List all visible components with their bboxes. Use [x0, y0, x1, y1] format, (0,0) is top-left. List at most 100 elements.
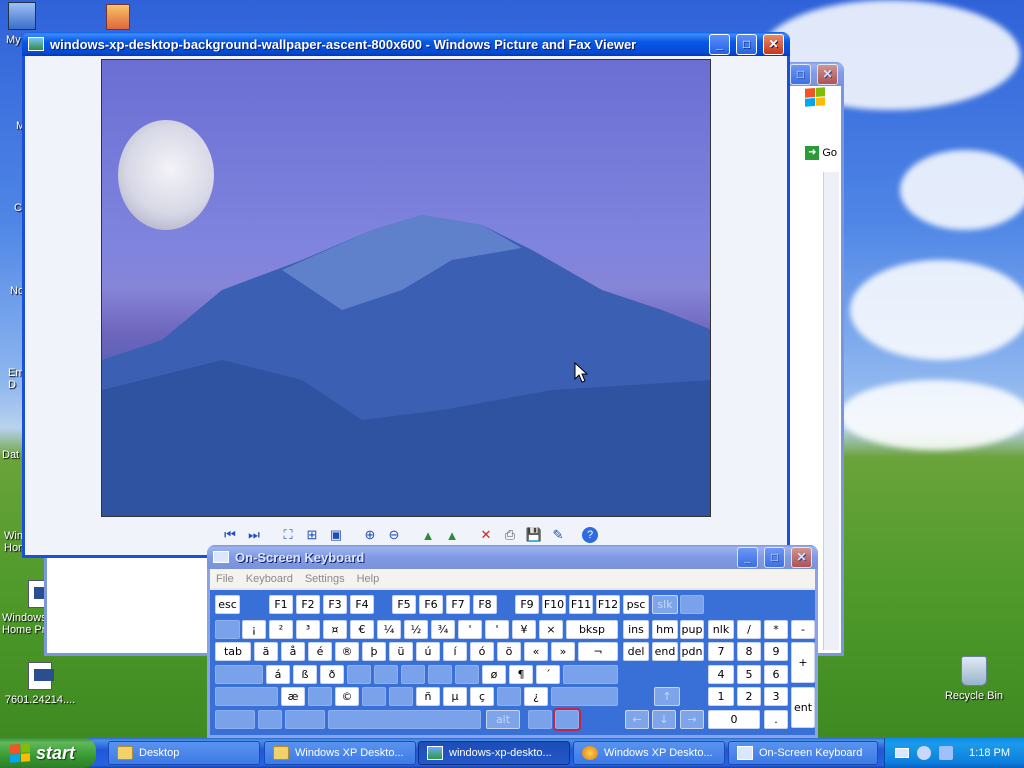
- menu-help[interactable]: Help: [357, 573, 380, 585]
- desk-icon-recycle-bin[interactable]: Recycle Bin: [934, 656, 1014, 702]
- key-¿[interactable]: ¿: [524, 687, 548, 706]
- key-²[interactable]: ²: [269, 620, 293, 639]
- key-¥[interactable]: ¥: [512, 620, 536, 639]
- help-icon[interactable]: ?: [582, 527, 598, 543]
- print-icon[interactable]: ⎙: [500, 525, 520, 545]
- save-copy-icon[interactable]: 💾: [524, 525, 544, 545]
- key-hm[interactable]: hm: [652, 620, 678, 639]
- minimize-button[interactable]: _: [737, 546, 758, 568]
- close-button[interactable]: ✕: [817, 63, 838, 85]
- key-alt[interactable]: alt: [486, 710, 520, 729]
- network-tray-icon[interactable]: [939, 746, 953, 760]
- key-ent[interactable]: ent: [791, 687, 815, 728]
- key-F5[interactable]: F5: [392, 595, 416, 614]
- key-ø[interactable]: ø: [482, 665, 506, 684]
- key-row4-12[interactable]: [563, 665, 618, 684]
- key-6[interactable]: 6: [764, 665, 788, 684]
- previous-image-icon[interactable]: ⏮: [220, 525, 240, 545]
- help-tray-icon[interactable]: [917, 746, 931, 760]
- actual-size-icon[interactable]: ⊞: [302, 525, 322, 545]
- key-del[interactable]: del: [623, 642, 649, 661]
- key-row5-0[interactable]: [215, 687, 278, 706]
- key-í[interactable]: í: [443, 642, 467, 661]
- osk-titlebar[interactable]: On-Screen Keyboard _ □ ✕: [207, 545, 818, 569]
- task-desktop[interactable]: Desktop: [108, 741, 260, 765]
- key-'[interactable]: ': [458, 620, 482, 639]
- key-↓[interactable]: ↓: [652, 710, 676, 729]
- key-ñ[interactable]: ñ: [416, 687, 440, 706]
- desk-label-win[interactable]: Win Hon: [4, 530, 24, 554]
- key-½[interactable]: ½: [404, 620, 428, 639]
- key-row5-4[interactable]: [362, 687, 386, 706]
- key-F2[interactable]: F2: [296, 595, 320, 614]
- key-/[interactable]: /: [737, 620, 761, 639]
- key-'[interactable]: ': [485, 620, 509, 639]
- delete-icon[interactable]: ✕: [476, 525, 496, 545]
- menu-settings[interactable]: Settings: [305, 573, 345, 585]
- key-row4-5[interactable]: [374, 665, 398, 684]
- task-on-screen-keyboard[interactable]: On-Screen Keyboard: [728, 741, 878, 765]
- key-F8[interactable]: F8: [473, 595, 497, 614]
- key-row1-15[interactable]: [680, 595, 704, 614]
- key-þ[interactable]: þ: [362, 642, 386, 661]
- key-esc[interactable]: esc: [215, 595, 240, 614]
- key-F9[interactable]: F9: [515, 595, 539, 614]
- key-1[interactable]: 1: [708, 687, 734, 706]
- desk-label-c[interactable]: C: [14, 202, 22, 214]
- key-4[interactable]: 4: [708, 665, 734, 684]
- key-é[interactable]: é: [308, 642, 332, 661]
- zoom-out-icon[interactable]: ⊖: [384, 525, 404, 545]
- maximize-button[interactable]: □: [764, 546, 785, 568]
- key-©[interactable]: ©: [335, 687, 359, 706]
- key-€[interactable]: €: [350, 620, 374, 639]
- key-row5-2[interactable]: [308, 687, 332, 706]
- key-slk[interactable]: slk: [652, 595, 678, 614]
- key-row6-3[interactable]: [328, 710, 481, 729]
- key-↑[interactable]: ↑: [654, 687, 680, 706]
- key--[interactable]: -: [791, 620, 815, 639]
- key-pdn[interactable]: pdn: [680, 642, 704, 661]
- vertical-scrollbar[interactable]: [823, 172, 839, 650]
- key-row4-4[interactable]: [347, 665, 371, 684]
- key-«[interactable]: «: [524, 642, 548, 661]
- key-9[interactable]: 9: [764, 642, 788, 661]
- key-F7[interactable]: F7: [446, 595, 470, 614]
- key-³[interactable]: ³: [296, 620, 320, 639]
- viewer-titlebar[interactable]: windows-xp-desktop-background-wallpaper-…: [22, 32, 790, 56]
- key-→[interactable]: →: [680, 710, 704, 729]
- key-F3[interactable]: F3: [323, 595, 347, 614]
- key-7[interactable]: 7: [708, 642, 734, 661]
- key-ö[interactable]: ö: [497, 642, 521, 661]
- key-¡[interactable]: ¡: [242, 620, 266, 639]
- clock[interactable]: 1:18 PM: [969, 747, 1010, 759]
- start-button[interactable]: start: [0, 738, 96, 768]
- key-ü[interactable]: ü: [389, 642, 413, 661]
- key-F11[interactable]: F11: [569, 595, 593, 614]
- key-á[interactable]: á: [266, 665, 290, 684]
- go-button[interactable]: ➜ Go: [805, 146, 837, 160]
- key-row6-6[interactable]: [553, 708, 581, 731]
- key-bksp[interactable]: bksp: [566, 620, 618, 639]
- rotate-counterclockwise-icon[interactable]: ▲: [442, 525, 462, 545]
- key-end[interactable]: end: [652, 642, 678, 661]
- key-row4-7[interactable]: [428, 665, 452, 684]
- key-row6-2[interactable]: [285, 710, 325, 729]
- key-ú[interactable]: ú: [416, 642, 440, 661]
- edit-image-icon[interactable]: ✎: [548, 525, 568, 545]
- key-2[interactable]: 2: [737, 687, 761, 706]
- key-´[interactable]: ´: [536, 665, 560, 684]
- key-8[interactable]: 8: [737, 642, 761, 661]
- key-µ[interactable]: µ: [443, 687, 467, 706]
- key-æ[interactable]: æ: [281, 687, 305, 706]
- key-ß[interactable]: ß: [293, 665, 317, 684]
- key-F10[interactable]: F10: [542, 595, 566, 614]
- key-¶[interactable]: ¶: [509, 665, 533, 684]
- task-explorer[interactable]: Windows XP Deskto...: [264, 741, 416, 765]
- on-screen-keyboard-window[interactable]: On-Screen Keyboard _ □ ✕ File Keyboard S…: [207, 545, 818, 738]
- close-button[interactable]: ✕: [791, 546, 812, 568]
- menu-file[interactable]: File: [216, 573, 234, 585]
- key-F4[interactable]: F4: [350, 595, 374, 614]
- maximize-button[interactable]: □: [790, 63, 811, 85]
- key-0[interactable]: 0: [708, 710, 760, 729]
- key-F1[interactable]: F1: [269, 595, 293, 614]
